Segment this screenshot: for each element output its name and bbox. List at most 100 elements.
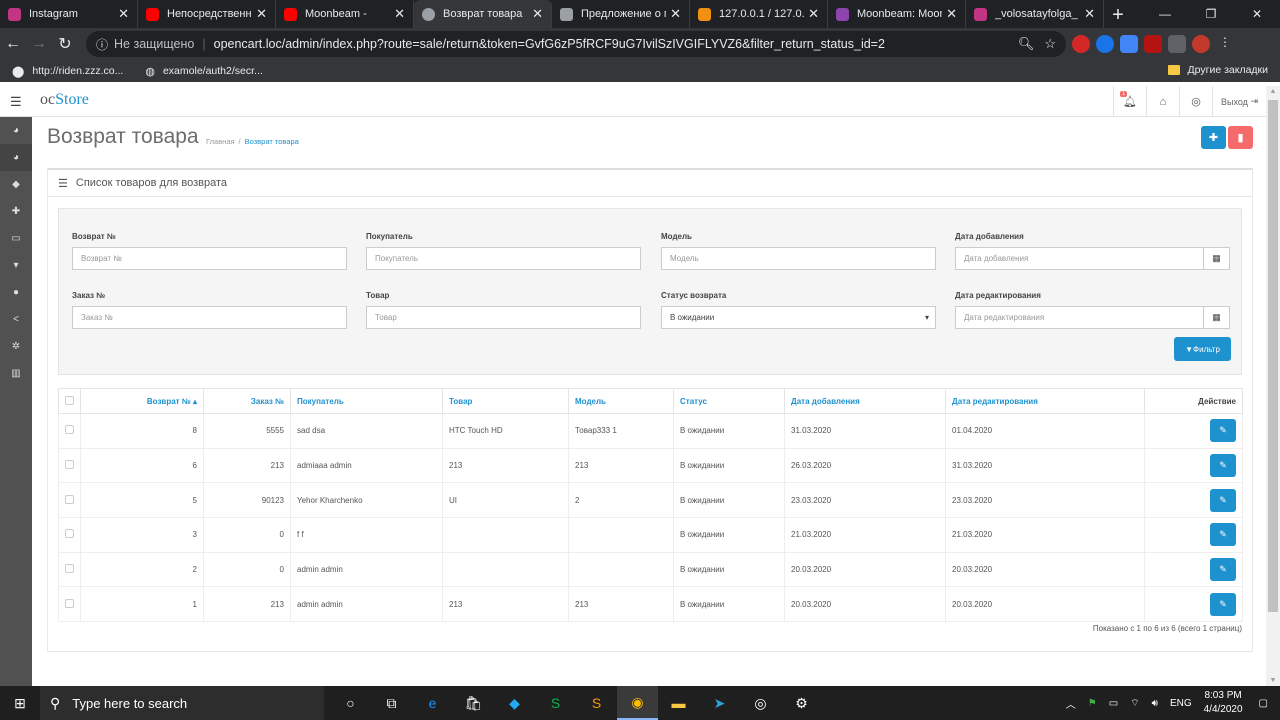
notifications-button[interactable]: 1 🔔︎ (1113, 86, 1146, 117)
breadcrumb-current[interactable]: Возврат товара (245, 137, 299, 146)
tray-battery-icon[interactable]: ▭ (1109, 698, 1118, 709)
edit-button[interactable]: ✎ (1210, 592, 1236, 616)
row-checkbox[interactable] (65, 494, 74, 504)
scroll-up-icon[interactable]: ▲ (1266, 88, 1280, 95)
settings-icon[interactable]: ⚙ (781, 686, 822, 720)
row-checkbox[interactable] (65, 425, 74, 435)
tray-volume-icon[interactable]: 🔊︎ (1152, 698, 1158, 709)
delete-button[interactable]: ▮ (1228, 126, 1253, 149)
row-checkbox[interactable] (65, 598, 74, 608)
edit-button[interactable]: ✎ (1210, 488, 1236, 512)
tray-language[interactable]: ENG (1170, 698, 1192, 709)
row-checkbox[interactable] (65, 529, 74, 539)
chrome-icon[interactable]: ◉ (617, 686, 658, 720)
telegram-icon[interactable]: ➤ (699, 686, 740, 720)
close-icon[interactable]: ✕ (670, 6, 681, 22)
return-id-input[interactable]: Возврат № (72, 247, 347, 270)
add-button[interactable]: ✚ (1201, 126, 1226, 149)
home-button[interactable]: ⌂ (1146, 86, 1179, 117)
page-scrollbar[interactable]: ▲ ▼ (1266, 86, 1280, 686)
edit-button[interactable]: ✎ (1210, 419, 1236, 443)
sidebar-share-icon[interactable]: < (0, 306, 32, 333)
sidebar-user-icon[interactable]: ● (0, 279, 32, 306)
minimize-icon[interactable]: — (1142, 0, 1188, 28)
close-icon[interactable]: ✕ (532, 6, 543, 22)
extension-download-icon[interactable] (1120, 35, 1138, 53)
close-icon[interactable]: ✕ (946, 6, 957, 22)
sidebar-puzzle-icon[interactable]: ✚ (0, 198, 32, 225)
taskbar-search[interactable]: ⚲ Type here to search (40, 686, 324, 720)
row-checkbox[interactable] (65, 460, 74, 470)
s-app-icon[interactable]: S (535, 686, 576, 720)
store-icon[interactable]: 🛍︎ (453, 686, 494, 720)
menu-toggle-icon[interactable]: ☰ (10, 94, 22, 110)
order-id-input[interactable]: Заказ № (72, 306, 347, 329)
info-icon[interactable]: ⓘ (96, 36, 108, 53)
calendar-icon[interactable]: ▦ (1204, 247, 1230, 270)
edge-icon[interactable]: e (412, 686, 453, 720)
browser-tab[interactable]: Instagram ✕ (0, 0, 138, 28)
profile-avatar[interactable] (1192, 35, 1210, 53)
tray-wifi-icon[interactable]: ⌔ (1130, 697, 1139, 710)
calendar-icon[interactable]: ▦ (1204, 306, 1230, 329)
col-date-added[interactable]: Дата добавления (784, 388, 946, 414)
sidebar-dashboard-active-icon[interactable]: ◕ (0, 144, 32, 171)
sidebar-cart-icon[interactable]: ▾ (0, 252, 32, 279)
browser-tab[interactable]: Предложение о п ✕ (552, 0, 690, 28)
close-window-icon[interactable]: ✕ (1234, 0, 1280, 28)
ocstore-logo[interactable]: ocStore (40, 91, 89, 109)
bookmark-item[interactable]: ⬤ http://riden.zzz.co... (12, 65, 123, 78)
model-input[interactable]: Модель (661, 247, 936, 270)
return-status-select[interactable]: В ожидании ▾ (661, 306, 936, 329)
taskbar-clock[interactable]: 8:03 PM 4/4/2020 (1204, 689, 1243, 717)
back-icon[interactable]: ← (0, 35, 26, 53)
logout-button[interactable]: Выход ⇥ (1212, 86, 1266, 117)
extension-opera-icon[interactable] (1072, 35, 1090, 53)
sidebar-desktop-icon[interactable]: ▭ (0, 225, 32, 252)
browser-tab[interactable]: Moonbeam: Moon ✕ (828, 0, 966, 28)
close-icon[interactable]: ✕ (118, 6, 129, 22)
media-player-icon[interactable]: ◎ (740, 686, 781, 720)
product-input[interactable]: Товар (366, 306, 641, 329)
scroll-thumb[interactable] (1268, 100, 1278, 612)
col-status[interactable]: Статус (673, 388, 785, 414)
search-icon[interactable]: 🔍︎ (1018, 36, 1035, 52)
breadcrumb-home[interactable]: Главная (206, 137, 235, 146)
sidebar-settings-icon[interactable]: ✲ (0, 333, 32, 360)
address-bar[interactable]: ⓘ Не защищено | opencart.loc/admin/index… (86, 31, 1066, 57)
menu-icon[interactable]: ⋮ (1216, 35, 1234, 53)
help-button[interactable]: ◎ (1179, 86, 1212, 117)
col-return-id[interactable]: Возврат № ▴ (80, 388, 204, 414)
extension-list-icon[interactable] (1168, 35, 1186, 53)
cortana-icon[interactable]: ○ (330, 686, 371, 720)
extension-blue-icon[interactable] (1096, 35, 1114, 53)
sidebar-reports-icon[interactable]: ▥ (0, 360, 32, 387)
date-modified-input[interactable]: Дата редактирования (955, 306, 1204, 329)
sublime-icon[interactable]: S (576, 686, 617, 720)
col-model[interactable]: Модель (568, 388, 674, 414)
scroll-down-icon[interactable]: ▼ (1266, 677, 1280, 684)
close-icon[interactable]: ✕ (1084, 6, 1095, 22)
filter-button[interactable]: ▼ Фильтр (1174, 337, 1231, 361)
edit-button[interactable]: ✎ (1210, 523, 1236, 547)
customer-input[interactable]: Покупатель (366, 247, 641, 270)
sidebar-dashboard-icon[interactable]: ◕ (0, 117, 32, 144)
row-checkbox[interactable] (65, 564, 74, 574)
browser-tab[interactable]: _volosatayfolga_ ✕ (966, 0, 1104, 28)
file-explorer-icon[interactable]: ▬ (658, 686, 699, 720)
other-bookmarks[interactable]: Другие закладки (1167, 64, 1268, 76)
notifications-icon[interactable]: ▢ (1259, 698, 1268, 709)
col-date-modified[interactable]: Дата редактирования (945, 388, 1145, 414)
close-icon[interactable]: ✕ (256, 6, 267, 22)
edit-button[interactable]: ✎ (1210, 454, 1236, 478)
extension-red-icon[interactable] (1144, 35, 1162, 53)
vscode-icon[interactable]: ◆ (494, 686, 535, 720)
browser-tab[interactable]: Непосредственно ✕ (138, 0, 276, 28)
bookmark-item[interactable]: ◍ examole/auth2/secr... (145, 65, 262, 78)
col-product[interactable]: Товар (442, 388, 569, 414)
tray-chevron-icon[interactable]: ︿ (1066, 696, 1076, 711)
col-order-id[interactable]: Заказ № (203, 388, 291, 414)
windows-start-icon[interactable]: ⊞ (0, 686, 40, 720)
browser-tab[interactable]: 127.0.0.1 / 127.0.0 ✕ (690, 0, 828, 28)
star-icon[interactable]: ☆ (1044, 36, 1056, 52)
